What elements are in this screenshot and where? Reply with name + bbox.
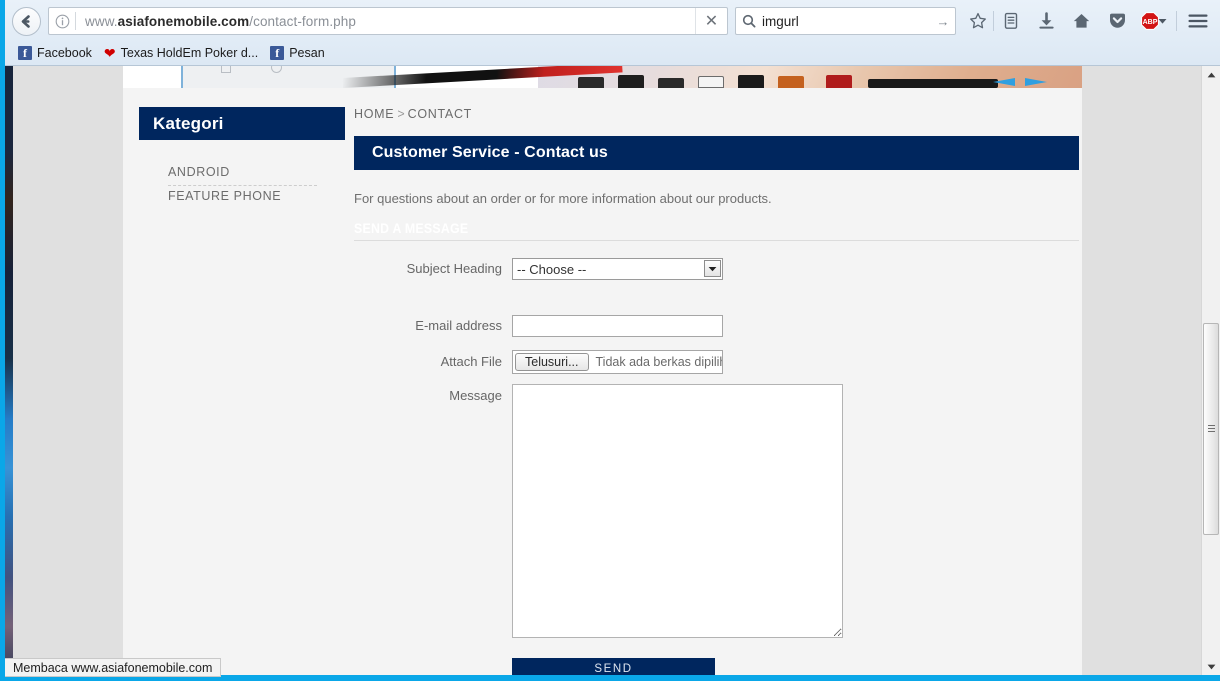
search-icon (736, 14, 762, 28)
stop-loading-button[interactable]: ✕ (696, 8, 727, 34)
bookmark-star-icon (970, 12, 986, 29)
heart-icon: ❤ (103, 45, 116, 61)
navigation-toolbar: www.asiafonemobile.com/contact-form.php … (5, 0, 1220, 41)
back-arrow-icon (21, 15, 30, 28)
message-textarea[interactable] (512, 384, 843, 638)
section-label-send-a-message: SEND A MESSAGE (354, 220, 469, 236)
form-row-email: E-mail address (354, 315, 1079, 339)
attach-file-control: Telusuri... Tidak ada berkas dipilih (512, 350, 723, 374)
address-bar[interactable]: www.asiafonemobile.com/contact-form.php … (48, 7, 728, 35)
toolbar-divider (993, 11, 994, 31)
bookmark-label: Texas HoldEm Poker d... (120, 46, 259, 60)
sidebar-item-feature-phone[interactable]: FEATURE PHONE (168, 186, 317, 209)
search-input-value[interactable]: imgurl (762, 14, 931, 29)
file-input[interactable]: Telusuri... Tidak ada berkas dipilih (512, 350, 723, 374)
url-host: asiafonemobile.com (117, 13, 250, 29)
pocket-button[interactable] (1102, 6, 1132, 36)
chevron-down-icon[interactable] (704, 260, 721, 277)
browser-window: www.asiafonemobile.com/contact-form.php … (0, 0, 1220, 681)
reading-list-icon (1004, 12, 1018, 29)
downloads-icon (1038, 12, 1054, 29)
vertical-scrollbar[interactable] (1201, 66, 1220, 675)
bookmark-facebook[interactable]: f Facebook (12, 42, 98, 64)
email-input[interactable] (512, 315, 723, 337)
section-divider (354, 240, 1079, 241)
adblock-dropdown-arrow[interactable] (1155, 6, 1169, 36)
page-viewport: Kategori ANDROID FEATURE PHONE HOME > CONT… (5, 66, 1220, 675)
file-status-text: Tidak ada berkas dipilih (595, 355, 723, 369)
bookmarks-toolbar: f Facebook ❤ Texas HoldEm Poker d... f P… (5, 41, 1220, 65)
web-page: Kategori ANDROID FEATURE PHONE HOME > CONT… (5, 66, 1201, 675)
breadcrumb-current: CONTACT (407, 107, 473, 121)
sidebar-title: Kategori (139, 107, 345, 140)
scroll-up-button[interactable] (1202, 66, 1220, 83)
sidebar-item-android[interactable]: ANDROID (168, 162, 317, 186)
home-icon (1073, 14, 1089, 28)
facebook-icon: f (18, 46, 32, 60)
sidebar: Kategori ANDROID FEATURE PHONE (139, 107, 345, 209)
toolbar-divider-2 (1176, 11, 1177, 31)
intro-text: For questions about an order or for more… (354, 191, 772, 206)
bookmark-pesan[interactable]: f Pesan (264, 42, 330, 64)
page-left-edge-graphic (5, 66, 13, 675)
scrollbar-thumb[interactable] (1203, 323, 1219, 535)
email-label: E-mail address (415, 318, 502, 333)
status-bar: Membaca www.asiafonemobile.com (5, 658, 222, 677)
bookmark-texas-holdem-poker[interactable]: ❤ Texas HoldEm Poker d... (98, 42, 264, 64)
search-bar[interactable]: imgurl → (735, 7, 956, 35)
bookmark-star-button[interactable] (963, 6, 993, 36)
pocket-icon (1109, 13, 1125, 28)
search-go-icon[interactable]: → (931, 14, 955, 29)
home-button[interactable] (1066, 6, 1096, 36)
browse-button[interactable]: Telusuri... (515, 353, 589, 371)
scrollbar-grip-icon (1208, 425, 1215, 433)
url-text: www.asiafonemobile.com/contact-form.php (76, 14, 695, 29)
facebook-icon: f (270, 46, 285, 60)
contact-form: Subject Heading -- Choose -- E-mail addr… (354, 258, 1079, 675)
attach-file-label: Attach File (440, 354, 502, 369)
send-button[interactable]: SEND (512, 658, 715, 675)
chevron-down-icon (1158, 18, 1166, 24)
breadcrumb-home[interactable]: HOME (354, 107, 394, 121)
bookmark-label: Pesan (289, 46, 325, 60)
browser-chrome: www.asiafonemobile.com/contact-form.php … (5, 0, 1220, 66)
url-prefix: www. (85, 13, 118, 29)
form-row-subject: Subject Heading -- Choose -- (354, 258, 1079, 282)
scroll-down-icon (1207, 664, 1215, 669)
site-banner (123, 66, 1082, 88)
info-icon[interactable] (49, 8, 75, 34)
menu-hamburger-icon (1188, 14, 1208, 28)
page-title: Customer Service - Contact us (354, 136, 1079, 170)
menu-hamburger-button[interactable] (1183, 6, 1213, 36)
back-button[interactable] (12, 7, 41, 36)
scroll-down-button[interactable] (1202, 658, 1220, 675)
breadcrumb-separator: > (397, 107, 405, 121)
form-row-message: Message (354, 384, 1079, 640)
reading-list-button[interactable] (996, 6, 1026, 36)
url-path: /contact-form.php (249, 13, 356, 29)
banner-device-graphic (163, 66, 623, 88)
bookmark-label: Facebook (37, 46, 92, 60)
main-content: HOME > CONTACT Customer Service - Contact … (354, 107, 1079, 675)
breadcrumb: HOME > CONTACT (354, 107, 1079, 121)
subject-select[interactable]: -- Choose -- (512, 258, 723, 280)
sidebar-category-list: ANDROID FEATURE PHONE (139, 162, 345, 209)
scroll-up-icon (1207, 72, 1215, 77)
message-control (512, 384, 843, 643)
subject-label: Subject Heading (406, 261, 502, 276)
downloads-button[interactable] (1031, 6, 1061, 36)
email-control (512, 315, 723, 337)
message-label: Message (449, 388, 502, 403)
form-row-attach: Attach File Telusuri... Tidak ada berkas… (354, 350, 1079, 376)
subject-control: -- Choose -- (512, 258, 723, 280)
